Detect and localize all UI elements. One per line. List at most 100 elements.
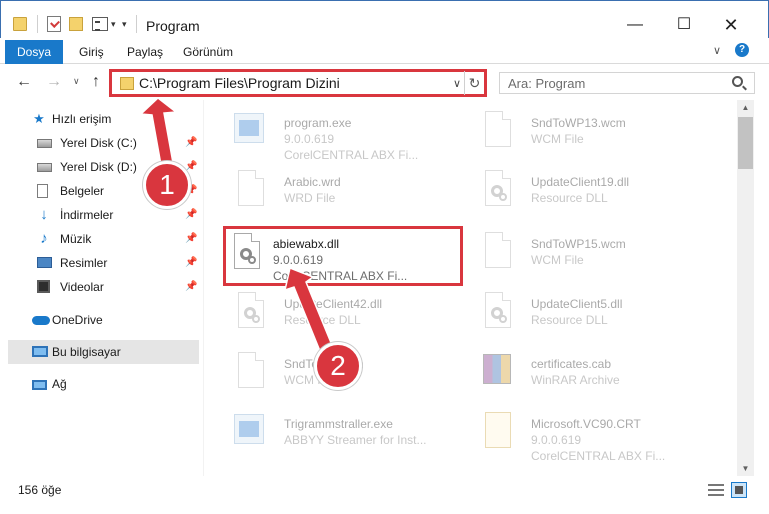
file-item[interactable]: SndToWP13.wcm WCM File bbox=[465, 105, 715, 163]
sidebar-item-label: OneDrive bbox=[52, 313, 103, 327]
address-bar[interactable]: C:\Program Files\Program Dizini ∨ ↻ bbox=[109, 69, 487, 97]
scroll-down-icon[interactable]: ▼ bbox=[737, 461, 754, 476]
recent-locations-icon[interactable]: ∨ bbox=[73, 76, 80, 87]
file-item[interactable]: certificates.cab WinRAR Archive bbox=[465, 346, 715, 404]
file-type: Resource DLL bbox=[284, 313, 361, 327]
sidebar-item-label: Müzik bbox=[60, 232, 92, 246]
minimize-button[interactable]: — bbox=[612, 11, 658, 39]
scroll-up-icon[interactable]: ▲ bbox=[737, 100, 754, 115]
file-type: Resource DLL bbox=[531, 191, 608, 205]
document-icon bbox=[479, 232, 513, 274]
file-item[interactable]: UpdateClient42.dll Resource DLL bbox=[218, 286, 468, 344]
navigation-pane: ★ Hızlı erişim Yerel Disk (C:) 📌 Yerel D… bbox=[0, 100, 200, 476]
file-name: UpdateClient5.dll bbox=[531, 297, 623, 311]
file-name: Trigrammstraller.exe bbox=[284, 417, 393, 431]
sidebar-item-videos[interactable]: Videolar 📌 bbox=[8, 275, 199, 299]
hard-disk-icon bbox=[37, 163, 52, 172]
sidebar-item-music[interactable]: ♪ Müzik 📌 bbox=[8, 227, 199, 251]
file-name: SndToWP13.wcm bbox=[531, 116, 626, 130]
file-name: program.exe bbox=[284, 116, 352, 130]
up-arrow-icon[interactable]: ↑ bbox=[92, 73, 100, 91]
file-name: abiewabx.dll bbox=[273, 237, 340, 251]
file-item[interactable]: Microsoft.VC90.CRT 9.0.0.619 CorelCENTRA… bbox=[465, 406, 715, 464]
exe-icon bbox=[232, 111, 266, 153]
tab-view[interactable]: Görünüm bbox=[183, 40, 233, 64]
file-version: 9.0.0.619 bbox=[273, 253, 324, 267]
window-title: Program bbox=[146, 18, 200, 34]
sidebar-item-this-pc[interactable]: Bu bilgisayar bbox=[8, 340, 199, 364]
file-name: UpdateClient19.dll bbox=[531, 175, 630, 189]
step-1-badge: 1 bbox=[143, 161, 191, 209]
navigation-bar: ← → ∨ ↑ C:\Program Files\Program Dizini … bbox=[0, 64, 769, 100]
pin-icon[interactable]: 📌 bbox=[185, 137, 197, 148]
pin-icon[interactable]: 📌 bbox=[185, 281, 197, 292]
file-list: program.exe 9.0.0.619 CorelCENTRAL ABX F… bbox=[208, 100, 737, 476]
file-name: Arabic.wrd bbox=[284, 175, 341, 189]
scroll-thumb[interactable] bbox=[738, 117, 753, 169]
dll-icon bbox=[479, 292, 513, 334]
refresh-button[interactable]: ↻ bbox=[464, 71, 484, 95]
documents-icon bbox=[37, 184, 48, 198]
maximize-button[interactable]: ☐ bbox=[661, 11, 707, 39]
sidebar-item-network[interactable]: Ağ bbox=[8, 372, 199, 396]
file-item-selected[interactable]: abiewabx.dll 9.0.0.619 CorelCENTRAL ABX … bbox=[223, 226, 463, 286]
pin-icon[interactable]: 📌 bbox=[185, 209, 197, 220]
details-view-icon[interactable] bbox=[708, 484, 724, 496]
file-item[interactable]: UpdateClient19.dll Resource DLL bbox=[465, 164, 715, 222]
search-placeholder[interactable]: Ara: Program bbox=[508, 76, 585, 91]
sidebar-item-label: Resimler bbox=[60, 256, 108, 270]
search-icon[interactable] bbox=[732, 76, 743, 87]
address-path[interactable]: C:\Program Files\Program Dizini bbox=[139, 75, 340, 91]
dll-icon bbox=[479, 170, 513, 212]
file-item[interactable]: SndToWP15.wcm WCM File bbox=[465, 226, 715, 284]
pin-icon[interactable]: 📌 bbox=[185, 233, 197, 244]
sidebar-item-quick-access[interactable]: ★ Hızlı erişim bbox=[8, 107, 199, 131]
exe-icon bbox=[232, 412, 266, 454]
title-bar: ▾ ▾ Program — ☐ ✕ bbox=[0, 0, 769, 38]
pane-divider[interactable] bbox=[203, 100, 204, 476]
sidebar-item-label: Hızlı erişim bbox=[52, 112, 112, 126]
file-type: WRD File bbox=[284, 191, 336, 205]
sidebar-item-label: Yerel Disk (C:) bbox=[60, 136, 137, 150]
new-folder-icon[interactable] bbox=[69, 17, 83, 31]
chevron-down-icon[interactable]: ∨ bbox=[453, 77, 461, 90]
vertical-scrollbar[interactable]: ▲ ▼ bbox=[737, 100, 754, 476]
expand-ribbon-icon[interactable]: ∨ bbox=[713, 44, 721, 57]
pin-icon[interactable]: 📌 bbox=[185, 161, 197, 172]
tab-share[interactable]: Paylaş bbox=[127, 40, 163, 64]
chevron-down-icon[interactable]: ▾ bbox=[111, 19, 116, 37]
sidebar-item-onedrive[interactable]: OneDrive bbox=[8, 308, 199, 332]
dll-icon bbox=[228, 233, 262, 275]
pictures-icon bbox=[37, 257, 52, 268]
step-2-badge: 2 bbox=[314, 342, 362, 390]
item-count: 156 öğe bbox=[18, 483, 62, 497]
cloud-icon bbox=[32, 316, 50, 325]
music-icon: ♪ bbox=[40, 230, 48, 247]
file-name: UpdateClient42.dll bbox=[284, 297, 383, 311]
forward-arrow-icon[interactable]: → bbox=[46, 73, 62, 91]
close-button[interactable]: ✕ bbox=[708, 11, 754, 39]
sidebar-item-pictures[interactable]: Resimler 📌 bbox=[8, 251, 199, 275]
sidebar-item-label: Belgeler bbox=[60, 184, 105, 198]
file-item[interactable]: Arabic.wrd WRD File bbox=[218, 164, 468, 222]
search-input[interactable]: Ara: Program bbox=[499, 72, 755, 94]
help-icon[interactable]: ? bbox=[735, 43, 749, 57]
file-description: CorelCENTRAL ABX Fi... bbox=[531, 449, 666, 463]
file-item[interactable]: Trigrammstraller.exe ABBYY Streamer for … bbox=[218, 406, 468, 464]
folder-icon bbox=[13, 17, 27, 31]
properties-check-icon[interactable] bbox=[47, 16, 61, 32]
ribbon: Dosya Giriş Paylaş Görünüm ∨ ? bbox=[0, 38, 769, 64]
quick-access-toolbar-dropdown[interactable]: ▾ bbox=[122, 19, 127, 37]
tab-file[interactable]: Dosya bbox=[5, 40, 63, 64]
file-item[interactable]: program.exe 9.0.0.619 CorelCENTRAL ABX F… bbox=[218, 105, 468, 163]
file-item[interactable]: UpdateClient5.dll Resource DLL bbox=[465, 286, 715, 344]
document-icon bbox=[232, 170, 266, 212]
customize-icon[interactable] bbox=[92, 17, 108, 31]
tab-home[interactable]: Giriş bbox=[79, 40, 104, 64]
pin-icon[interactable]: 📌 bbox=[185, 257, 197, 268]
divider bbox=[37, 15, 38, 33]
sidebar-item-local-disk-c[interactable]: Yerel Disk (C:) 📌 bbox=[8, 131, 199, 155]
large-icons-view-icon[interactable] bbox=[731, 482, 747, 498]
back-arrow-icon[interactable]: ← bbox=[16, 73, 32, 91]
dll-icon bbox=[232, 292, 266, 334]
